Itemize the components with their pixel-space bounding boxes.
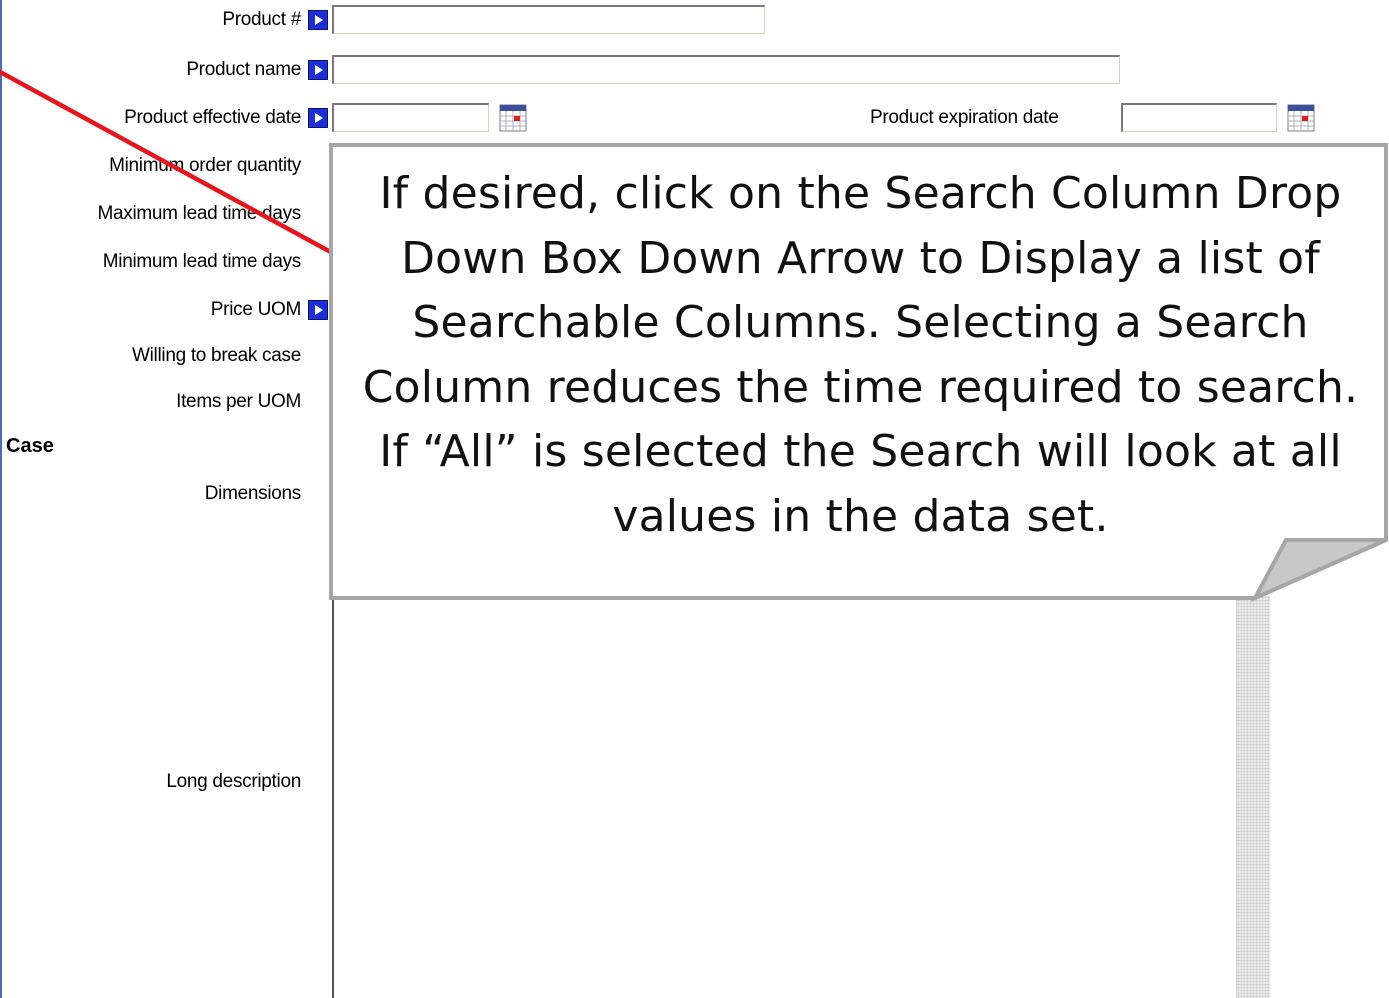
dimensions-label: Dimensions xyxy=(204,483,302,504)
case-section-heading: Case xyxy=(6,435,54,457)
max-lead-time-label: Maximum lead time days xyxy=(97,203,301,224)
effective-date-calendar-icon[interactable] xyxy=(499,104,527,132)
long-description-textarea[interactable] xyxy=(332,596,1236,998)
product-name-input[interactable] xyxy=(332,55,1120,84)
price-uom-label: Price UOM xyxy=(210,299,302,320)
items-per-uom-label: Items per UOM xyxy=(176,391,301,412)
product-name-label: Product name xyxy=(186,59,301,80)
price-uom-lookup-icon[interactable] xyxy=(308,300,328,320)
product-number-lookup-icon[interactable] xyxy=(308,10,328,30)
expiration-date-input[interactable] xyxy=(1121,103,1277,132)
min-lead-time-label: Minimum lead time days xyxy=(102,251,302,272)
long-description-label: Long description xyxy=(166,771,301,792)
min-order-qty-label: Minimum order quantity xyxy=(109,155,301,176)
expiration-date-calendar-icon[interactable] xyxy=(1287,104,1315,132)
window-left-border xyxy=(0,0,2,998)
effective-date-label: Product effective date xyxy=(124,107,301,128)
callout-text: If desired, click on the Search Column D… xyxy=(362,168,1359,542)
product-name-lookup-icon[interactable] xyxy=(308,60,328,80)
long-description-scrollbar[interactable] xyxy=(1236,596,1270,998)
effective-date-lookup-icon[interactable] xyxy=(308,108,328,128)
effective-date-input[interactable] xyxy=(332,103,489,132)
break-case-label: Willing to break case xyxy=(132,345,301,366)
product-number-input[interactable] xyxy=(332,5,765,34)
product-number-label: Product # xyxy=(222,9,301,30)
product-form-screen: Product # Product name Product effective… xyxy=(0,0,1389,998)
expiration-date-label: Product expiration date xyxy=(870,107,1059,128)
